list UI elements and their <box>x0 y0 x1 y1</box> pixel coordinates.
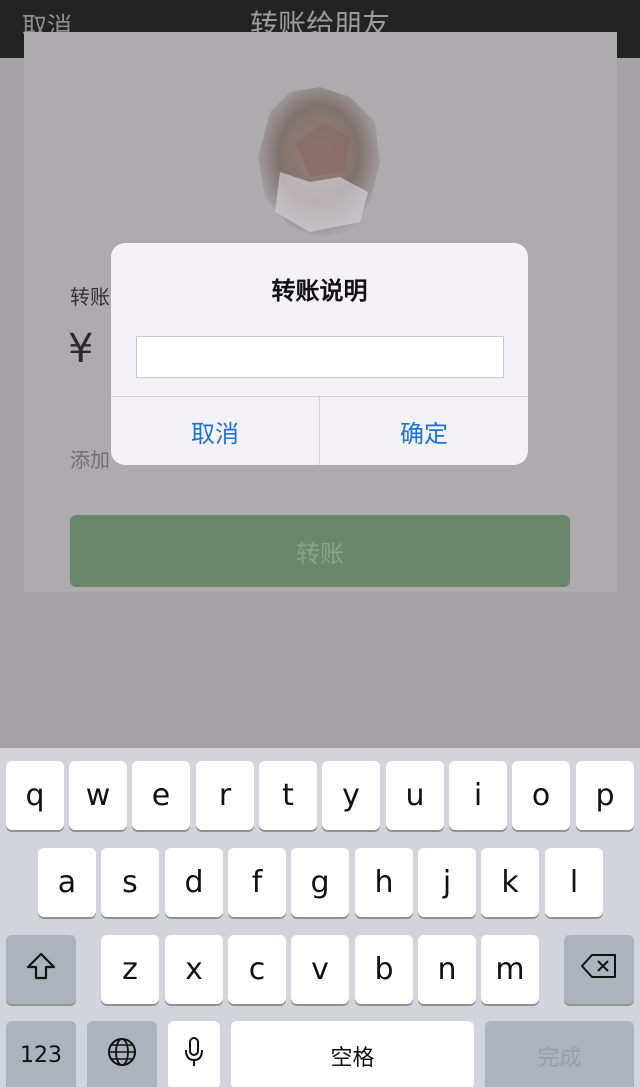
globe-icon <box>106 1036 138 1076</box>
key-v[interactable]: v <box>291 935 349 1004</box>
currency-symbol: ¥ <box>68 326 94 372</box>
note-input[interactable] <box>136 336 504 378</box>
key-b[interactable]: b <box>355 935 413 1004</box>
key-x[interactable]: x <box>165 935 223 1004</box>
microphone-key[interactable] <box>168 1021 220 1087</box>
done-key[interactable]: 完成 <box>485 1021 634 1087</box>
key-c[interactable]: c <box>228 935 286 1004</box>
space-key[interactable]: 空格 <box>231 1021 474 1087</box>
key-u[interactable]: u <box>386 761 444 830</box>
transfer-button[interactable]: 转账 <box>70 515 570 587</box>
key-t[interactable]: t <box>259 761 317 830</box>
key-w[interactable]: w <box>69 761 127 830</box>
key-e[interactable]: e <box>132 761 190 830</box>
globe-key[interactable] <box>87 1021 157 1087</box>
key-l[interactable]: l <box>545 848 603 917</box>
key-m[interactable]: m <box>481 935 539 1004</box>
key-j[interactable]: j <box>418 848 476 917</box>
key-y[interactable]: y <box>322 761 380 830</box>
shift-key[interactable] <box>6 935 76 1004</box>
key-i[interactable]: i <box>449 761 507 830</box>
key-p[interactable]: p <box>576 761 634 830</box>
microphone-icon <box>183 1036 205 1076</box>
key-n[interactable]: n <box>418 935 476 1004</box>
key-q[interactable]: q <box>6 761 64 830</box>
key-z[interactable]: z <box>101 935 159 1004</box>
key-h[interactable]: h <box>355 848 413 917</box>
shift-icon <box>25 951 57 989</box>
avatar <box>250 82 386 240</box>
key-k[interactable]: k <box>481 848 539 917</box>
key-r[interactable]: r <box>196 761 254 830</box>
numbers-key[interactable]: 123 <box>6 1021 76 1087</box>
key-o[interactable]: o <box>512 761 570 830</box>
key-f[interactable]: f <box>228 848 286 917</box>
backspace-key[interactable] <box>564 935 634 1004</box>
dialog-cancel-button[interactable]: 取消 <box>111 397 319 465</box>
amount-label: 转账 <box>70 285 110 309</box>
transfer-note-dialog: 转账说明 取消 确定 <box>111 243 528 465</box>
backspace-icon <box>580 952 618 988</box>
keyboard: q w e r t y u i o p a s d f g h j k l z … <box>0 748 640 1087</box>
key-d[interactable]: d <box>165 848 223 917</box>
add-note-link[interactable]: 添加 <box>70 444 110 473</box>
dialog-title: 转账说明 <box>271 277 368 305</box>
dialog-confirm-button[interactable]: 确定 <box>320 397 528 465</box>
key-a[interactable]: a <box>38 848 96 917</box>
key-s[interactable]: s <box>101 848 159 917</box>
key-g[interactable]: g <box>291 848 349 917</box>
